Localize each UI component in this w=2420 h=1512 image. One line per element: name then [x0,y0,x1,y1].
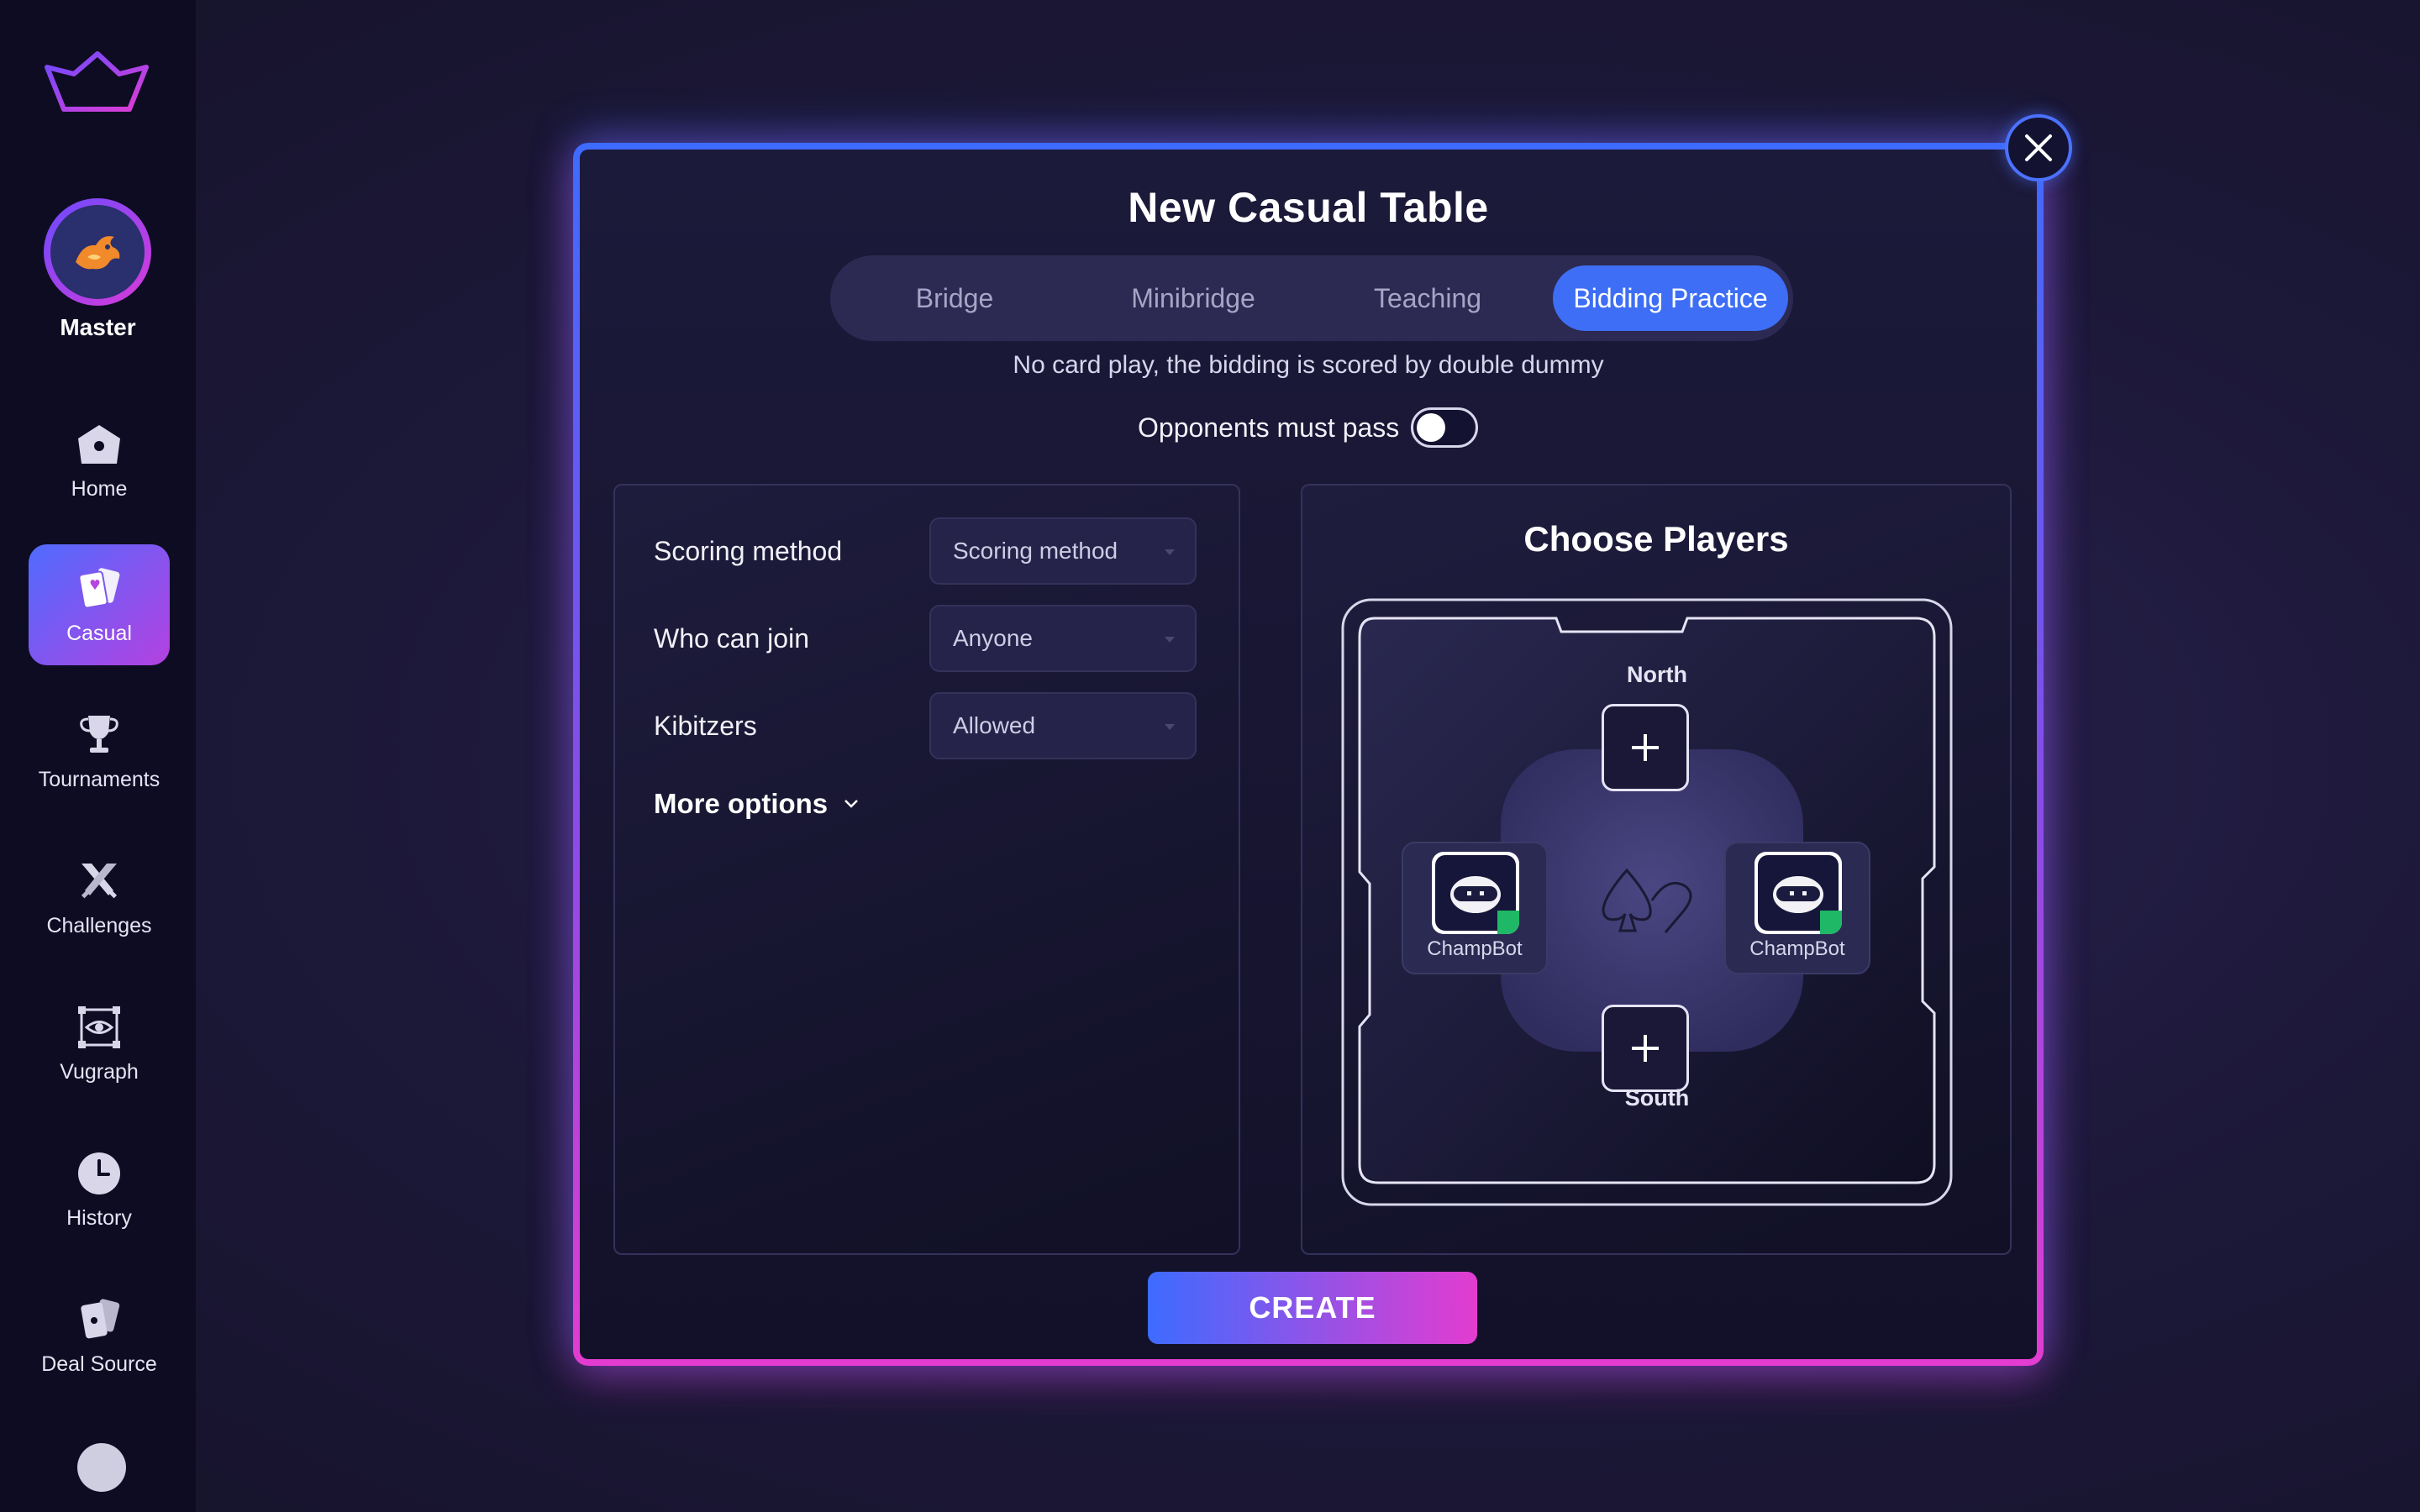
close-icon [2025,134,2052,161]
sidebar-item-label: History [66,1205,132,1230]
home-icon [78,424,120,464]
clock-icon [78,1152,120,1194]
more-options-label: More options [654,788,829,819]
kibitzers-row: Kibitzers [654,692,928,759]
vugraph-eye-icon [78,1005,120,1048]
robot-icon [1450,876,1501,913]
online-indicator [1497,911,1519,934]
robot-icon [1773,876,1823,913]
opponents-must-pass-toggle[interactable] [1411,407,1479,448]
tab-teaching[interactable]: Teaching [1323,265,1533,331]
who-can-join-row: Who can join [654,605,928,672]
spade-heart-emblem-icon [1602,868,1692,933]
sidebar-item-tournaments[interactable]: Tournaments [29,690,170,811]
south-seat-label: South [1624,1085,1690,1110]
online-indicator [1820,911,1842,934]
crown-logo-icon[interactable] [42,49,151,119]
tab-minibridge[interactable]: Minibridge [1082,265,1304,331]
add-south-player-button[interactable] [1602,1005,1689,1092]
table-options-panel: Scoring method Scoring method Who can jo… [613,484,1240,1255]
deal-cards-icon [81,1298,120,1338]
choose-players-panel: Choose Players North South ChampBot Cham… [1301,484,2012,1255]
bot-avatar [1754,852,1842,934]
opponents-must-pass-row: Opponents must pass [1138,407,1479,449]
sidebar-item-label: Home [71,476,128,501]
new-table-modal: New Casual Table Bridge Minibridge Teach… [576,146,2040,1362]
bot-name: ChampBot [1749,937,1845,960]
kibitzers-label: Kibitzers [654,710,757,741]
select-value: Anyone [953,625,1033,651]
tab-bridge[interactable]: Bridge [855,265,1054,331]
close-modal-button[interactable] [2005,114,2072,181]
modal-title: New Casual Table [1128,184,1489,231]
sidebar-item-history[interactable]: History [29,1129,170,1250]
bot-name: ChampBot [1427,937,1523,960]
sidebar-item-label: Deal Source [41,1352,157,1376]
bridge-table: North South ChampBot ChampBot [1341,598,1953,1206]
plus-icon [1632,734,1659,761]
add-north-player-button[interactable] [1602,704,1689,791]
west-player-card[interactable]: ChampBot [1402,842,1548,974]
kibitzers-select[interactable]: Allowed [929,692,1197,759]
scoring-method-row: Scoring method [654,517,928,585]
select-value: Scoring method [953,538,1118,564]
profile-name: Master [60,314,136,340]
profile-avatar[interactable] [44,198,151,306]
scoring-method-select[interactable]: Scoring method [929,517,1197,585]
sidebar-item-label: Challenges [46,913,152,937]
chevron-down-icon [844,800,859,808]
sidebar-item-vugraph[interactable]: Vugraph [29,983,170,1104]
toggle-knob [1417,413,1446,442]
sidebar-item-home[interactable]: Home [29,400,170,521]
sidebar: Master Home Casual Tournaments Challenge… [0,0,196,1512]
sidebar-item-label: Casual [66,621,132,645]
who-can-join-select[interactable]: Anyone [929,605,1197,672]
sidebar-item-label: Vugraph [60,1059,139,1084]
sidebar-item-deal-source[interactable]: Deal Source [29,1275,170,1396]
players-title: Choose Players [1523,519,1789,559]
dragon-avatar-icon [76,236,120,270]
plus-icon [1632,1035,1659,1062]
bot-avatar [1432,852,1519,934]
sidebar-item-label: Tournaments [38,767,160,791]
trophy-icon [80,715,118,753]
game-type-tabs: Bridge Minibridge Teaching Bidding Pract… [830,255,1793,341]
cards-icon [78,567,120,608]
sidebar-item-challenges[interactable]: Challenges [29,837,170,958]
chevron-down-icon [1165,724,1175,730]
sidebar-item-casual[interactable]: Casual [29,544,170,665]
create-table-button[interactable]: CREATE [1148,1272,1477,1344]
who-can-join-label: Who can join [654,622,809,654]
east-player-card[interactable]: ChampBot [1724,842,1870,974]
scoring-method-label: Scoring method [654,535,843,566]
chevron-down-icon [1165,637,1175,643]
chevron-down-icon [1165,549,1175,555]
crossed-swords-icon [81,863,118,898]
toggle-label: Opponents must pass [1138,412,1400,443]
select-value: Allowed [953,712,1036,738]
chat-icon[interactable] [77,1443,126,1492]
tab-description: No card play, the bidding is scored by d… [1013,351,1604,379]
tab-bidding-practice[interactable]: Bidding Practice [1553,265,1788,331]
more-options-toggle[interactable]: More options [654,788,860,820]
north-seat-label: North [1627,662,1687,687]
